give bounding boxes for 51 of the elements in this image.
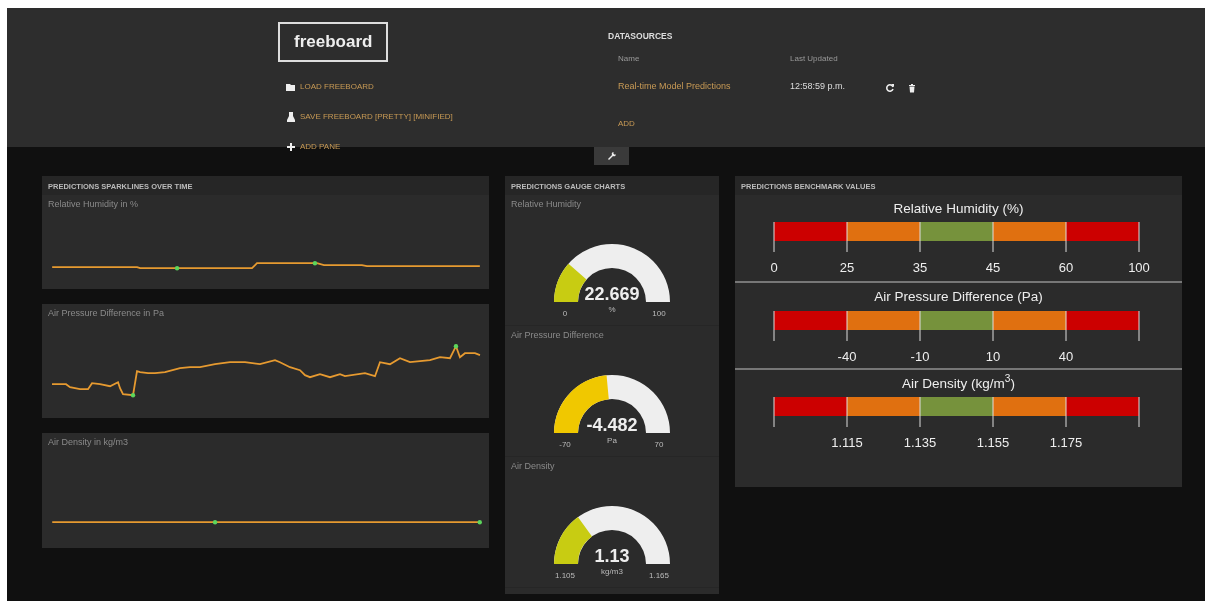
datasource-name[interactable]: Real-time Model Predictions [618,80,790,94]
section-title: DATASOURCES [608,30,674,43]
widget-title: Relative Humidity [510,198,583,211]
gauge-min: 0 [562,308,568,318]
timestamp: 12:58:59 p.m. [790,80,847,93]
menu-link[interactable]: LOAD FREEBOARD [286,80,374,93]
tick-label: 10 [985,348,1001,364]
gauge-max: 1.165 [649,570,669,580]
widget-title: Air Pressure Difference in Pa [47,307,165,320]
gauge-min: -70 [559,439,571,449]
trash-icon[interactable] [907,82,917,93]
folder-icon [286,81,296,92]
scale-title: Relative Humidity (%) [892,200,1025,218]
widget-title: Air Pressure Difference [510,329,605,342]
gauge-max: 100 [652,308,666,318]
tick-label: 0 [770,260,778,276]
tick-label: 1.115 [831,434,863,450]
gauge-units: Pa [607,435,617,445]
gauge-value: 1.13 [594,545,630,566]
column-header: Last Updated [790,52,839,65]
plus-icon [286,141,296,152]
tick-label: 40 [1058,348,1074,364]
scale-title: Air Pressure Difference (Pa) [873,288,1044,307]
gauge-units: % [608,304,616,314]
widget-title: Air Density [510,460,556,473]
tick-label: 45 [985,260,1001,276]
gauge-value: 22.669 [584,283,640,304]
tick-label: -40 [837,348,857,364]
column-header: Name [618,52,641,65]
logo: freeboard [278,22,389,62]
menu-link[interactable]: ADD PANE [286,140,341,153]
add-link[interactable]: ADD [618,118,635,128]
wrench-icon [606,151,617,161]
tick-label: 35 [912,260,928,276]
scale-title: Air Density (kg/m$^{3}$) [901,373,1016,393]
tick-label: 100 [1128,260,1150,276]
tick-label: 1.155 [976,434,1010,450]
tick-label: 60 [1058,260,1074,276]
gauge-units: kg/m3 [601,566,623,576]
widget-title: Relative Humidity in % [47,198,140,211]
refresh-icon[interactable] [885,82,895,93]
gauge-value: -4.482 [586,414,638,435]
tick-label: 25 [839,260,855,276]
gauge-min: 1.105 [555,570,575,580]
settings-tab[interactable] [594,147,629,165]
gauge-max: 70 [654,439,664,449]
tick-label: 1.175 [1049,434,1083,450]
tick-label: -10 [910,348,930,364]
widget-title: Air Density in kg/m3 [47,436,130,449]
menu-link[interactable]: SAVE FREEBOARD [PRETTY] [MINIFIED] [286,110,453,123]
tick-label: 1.135 [903,434,937,450]
